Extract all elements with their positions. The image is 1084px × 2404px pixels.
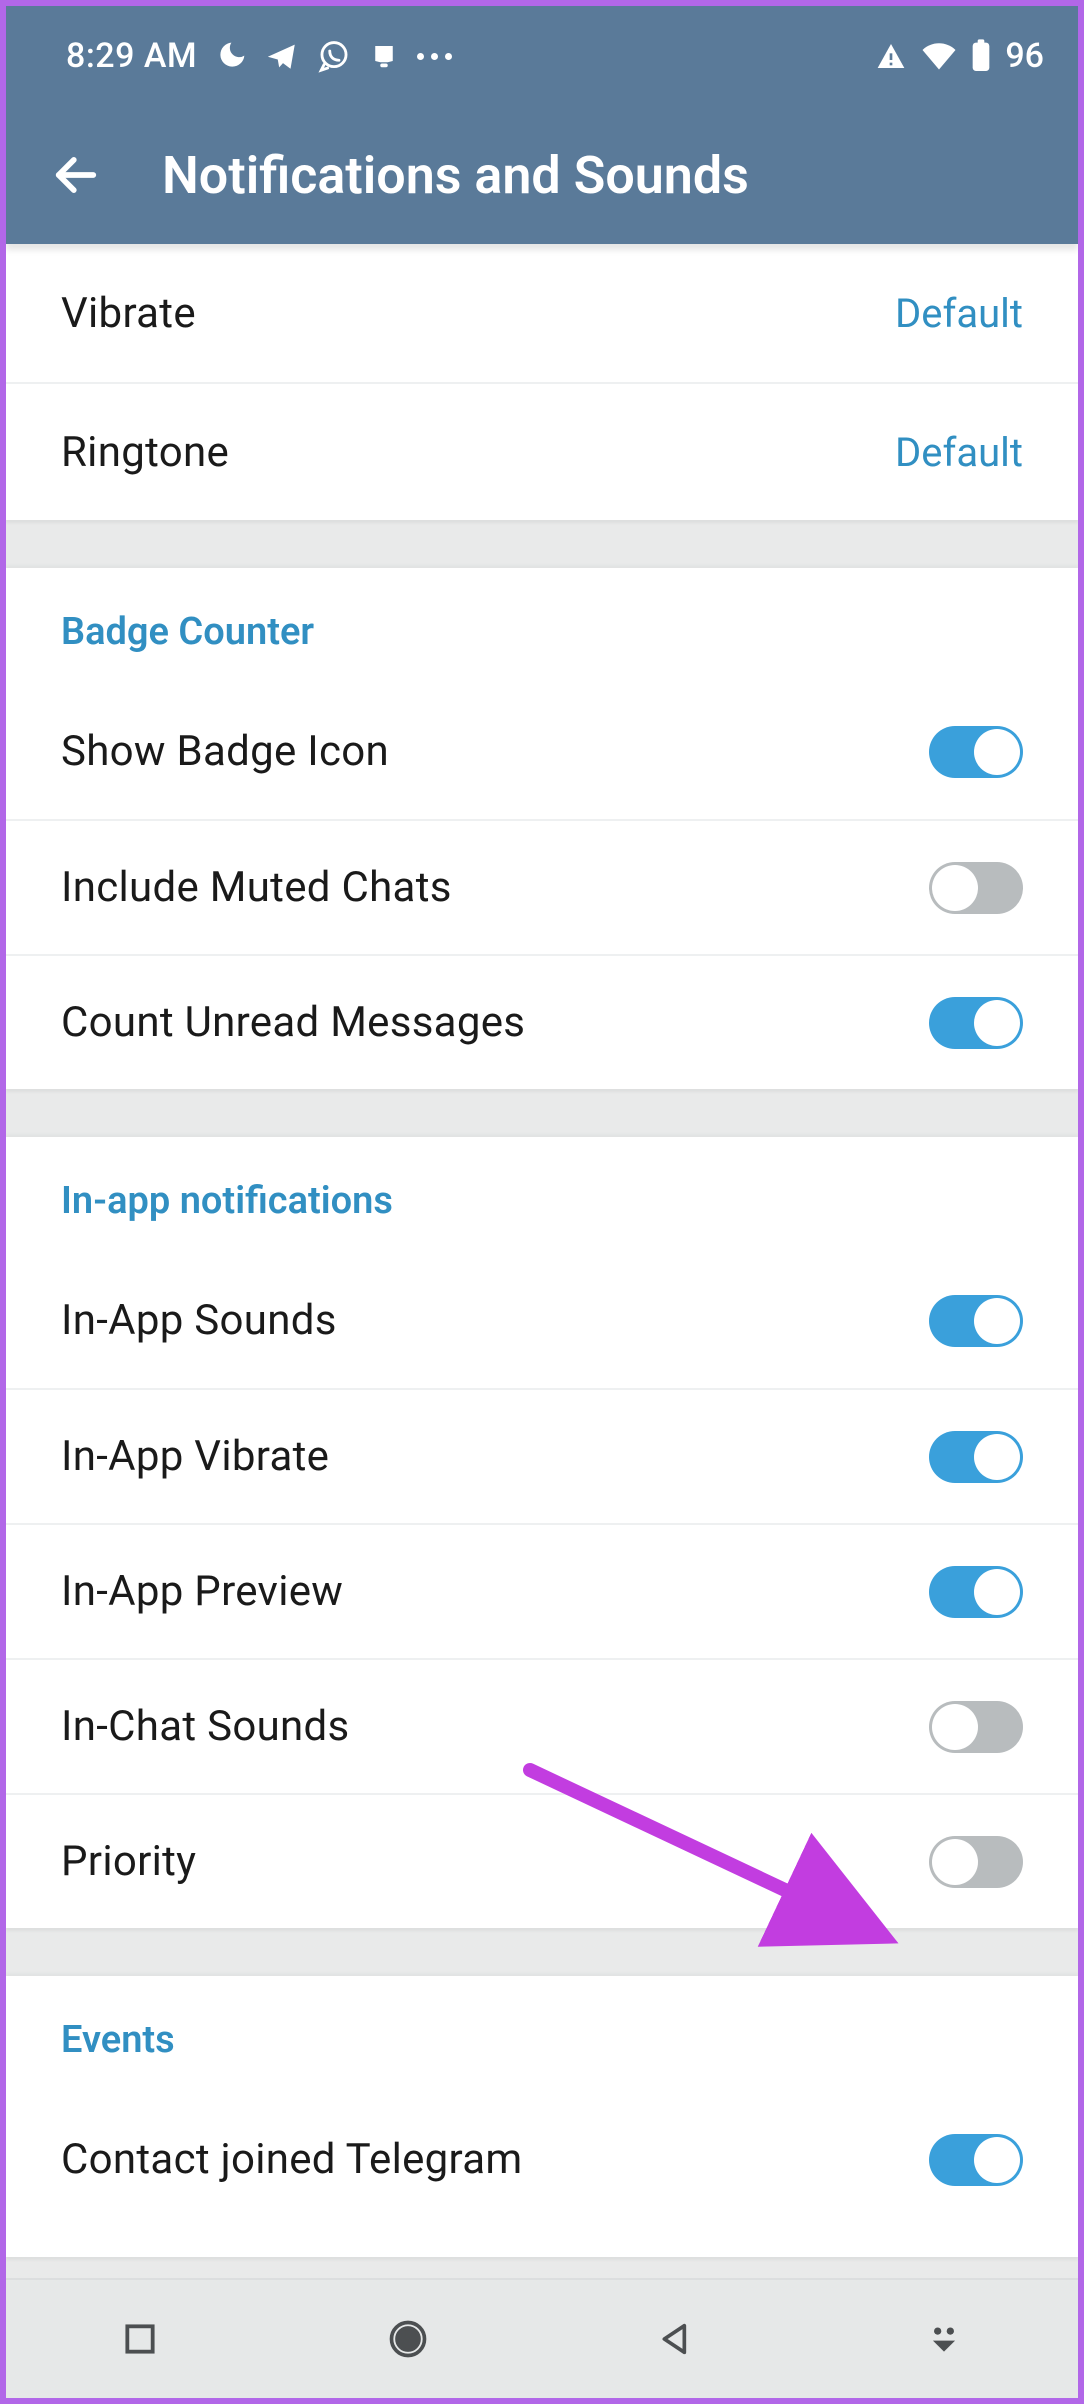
section-header: In-app notifications <box>6 1137 1078 1253</box>
warning-icon <box>875 40 907 72</box>
toggle-in-chat-sounds[interactable] <box>929 1701 1023 1753</box>
row-label: Ringtone <box>61 428 229 477</box>
telegram-icon <box>265 39 299 73</box>
battery-level: 96 <box>1005 36 1044 76</box>
row-priority[interactable]: Priority <box>6 1793 1078 1928</box>
wifi-icon <box>921 41 957 71</box>
row-label: Include Muted Chats <box>61 863 452 912</box>
row-label: Contact joined Telegram <box>61 2135 523 2184</box>
row-label: Vibrate <box>61 289 196 338</box>
row-in-app-preview[interactable]: In-App Preview <box>6 1523 1078 1658</box>
status-time: 8:29 AM <box>66 36 197 76</box>
more-notifications-icon <box>417 53 452 60</box>
row-label: Count Unread Messages <box>61 998 525 1047</box>
row-vibrate[interactable]: Vibrate Default <box>6 244 1078 382</box>
nav-back-button[interactable] <box>636 2299 716 2379</box>
row-value: Default <box>895 429 1023 476</box>
toggle-in-app-vibrate[interactable] <box>929 1431 1023 1483</box>
battery-icon <box>971 39 991 73</box>
row-label: In-App Sounds <box>61 1296 337 1345</box>
row-label: In-Chat Sounds <box>61 1702 350 1751</box>
toggle-in-app-preview[interactable] <box>929 1566 1023 1618</box>
section-header: Badge Counter <box>6 568 1078 684</box>
back-button[interactable] <box>46 145 106 205</box>
app-header: Notifications and Sounds <box>6 106 1078 244</box>
toggle-priority[interactable] <box>929 1836 1023 1888</box>
section-badge-counter: Badge Counter Show Badge Icon Include Mu… <box>6 568 1078 1089</box>
row-next-peek <box>6 2227 1078 2257</box>
row-ringtone[interactable]: Ringtone Default <box>6 382 1078 520</box>
settings-content: Vibrate Default Ringtone Default Badge C… <box>6 244 1078 2278</box>
row-label: Show Badge Icon <box>61 727 389 776</box>
row-include-muted-chats[interactable]: Include Muted Chats <box>6 819 1078 954</box>
page-title: Notifications and Sounds <box>162 145 749 206</box>
nav-keyboard-hide-button[interactable] <box>904 2299 984 2379</box>
toggle-in-app-sounds[interactable] <box>929 1295 1023 1347</box>
section-header: Events <box>6 1976 1078 2092</box>
row-in-app-sounds[interactable]: In-App Sounds <box>6 1253 1078 1388</box>
notification-icon <box>369 41 399 71</box>
status-bar: 8:29 AM <box>6 6 1078 106</box>
toggle-contact-joined-telegram[interactable] <box>929 2134 1023 2186</box>
toggle-include-muted-chats[interactable] <box>929 862 1023 914</box>
nav-recent-button[interactable] <box>100 2299 180 2379</box>
android-nav-bar <box>6 2278 1078 2398</box>
toggle-show-badge-icon[interactable] <box>929 726 1023 778</box>
row-in-app-vibrate[interactable]: In-App Vibrate <box>6 1388 1078 1523</box>
section-general: Vibrate Default Ringtone Default <box>6 244 1078 520</box>
row-count-unread-messages[interactable]: Count Unread Messages <box>6 954 1078 1089</box>
row-contact-joined-telegram[interactable]: Contact joined Telegram <box>6 2092 1078 2227</box>
row-label: Priority <box>61 1837 196 1886</box>
row-label: In-App Preview <box>61 1567 343 1616</box>
section-in-app-notifications: In-app notifications In-App Sounds In-Ap… <box>6 1137 1078 1928</box>
row-value: Default <box>895 290 1023 337</box>
do-not-disturb-icon <box>215 40 247 72</box>
toggle-count-unread-messages[interactable] <box>929 997 1023 1049</box>
row-show-badge-icon[interactable]: Show Badge Icon <box>6 684 1078 819</box>
whatsapp-icon <box>317 39 351 73</box>
row-label: In-App Vibrate <box>61 1432 329 1481</box>
nav-home-button[interactable] <box>368 2299 448 2379</box>
section-events: Events Contact joined Telegram <box>6 1976 1078 2257</box>
row-in-chat-sounds[interactable]: In-Chat Sounds <box>6 1658 1078 1793</box>
